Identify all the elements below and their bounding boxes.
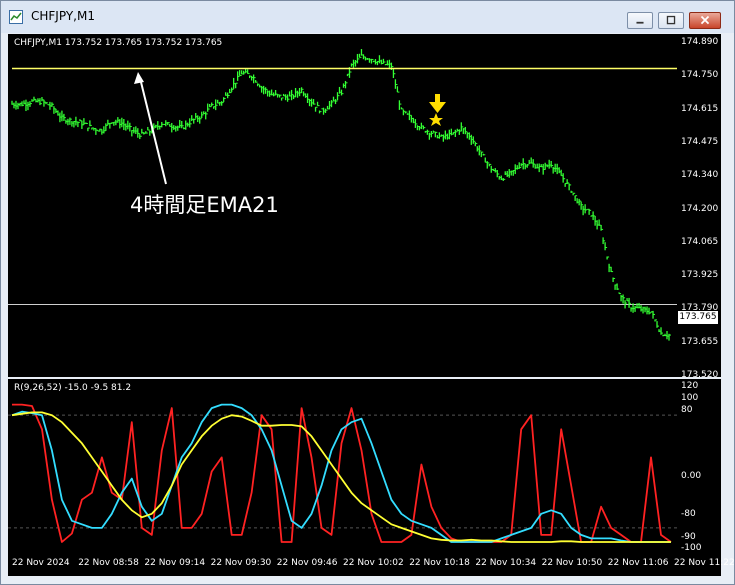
close-button[interactable] (689, 12, 721, 29)
time-axis-label: 22 Nov 09:30 (210, 558, 272, 568)
rci-axis-label: -80 (681, 509, 696, 519)
rci-short-line (12, 403, 672, 543)
signal-star-icon (429, 113, 443, 126)
price-axis[interactable]: 174.890 174.750 174.615 174.475 174.340 174.2… (677, 34, 721, 380)
time-axis-label: 22 Nov 10:50 (541, 558, 603, 568)
chart-window-icon (9, 10, 23, 24)
maximize-icon (666, 15, 676, 25)
time-axis[interactable]: 22 Nov 2024 22 Nov 08:58 22 Nov 09:14 22 No… (8, 554, 735, 576)
minimize-button[interactable] (627, 12, 653, 29)
time-axis-label: 22 Nov 10:02 (343, 558, 404, 568)
maximize-button[interactable] (658, 12, 684, 29)
time-axis-label: 22 Nov 10:34 (475, 558, 537, 568)
annotation-text: 4時間足EMA21 (130, 193, 279, 217)
rci-axis-label: -90 (681, 532, 696, 542)
rci-long-line (11, 411, 671, 543)
chart-header: CHFJPY,M1 173.752 173.765 173.752 173.76… (14, 38, 223, 48)
close-icon (700, 15, 710, 25)
time-axis-label: 22 Nov 09:46 (276, 558, 338, 568)
time-axis-label: 22 Nov 08:58 (78, 558, 139, 568)
rci-header: R(9,26,52) -15.0 -9.5 81.2 (14, 383, 132, 393)
window-title: CHFJPY,M1 (31, 9, 95, 23)
time-axis-label: 22 Nov 2024 (12, 558, 70, 568)
price-axis-label: 173.925 (681, 270, 719, 281)
price-axis-label: 174.615 (681, 103, 719, 114)
price-chart[interactable] (8, 34, 677, 377)
sell-signal-arrow-icon (429, 94, 446, 113)
rci-mid-line (11, 403, 671, 543)
rci-axis[interactable]: 120 100 80 0.00 -80 -90 -100 (677, 379, 721, 554)
annotation-arrowhead (134, 72, 144, 84)
price-axis-label: 174.750 (681, 70, 719, 81)
price-axis-label: 174.340 (681, 170, 719, 181)
price-axis-label: 174.065 (681, 236, 719, 247)
current-price-tag: 173.765 (678, 311, 718, 324)
rci-axis-label: 120 (681, 381, 699, 391)
time-axis-label: 22 Nov 11:22 (674, 558, 735, 568)
price-axis-label: 174.890 (681, 37, 719, 47)
rci-subwindow[interactable] (8, 379, 677, 554)
price-axis-label: 174.200 (681, 203, 719, 214)
rci-axis-label: 80 (681, 405, 693, 415)
rci-axis-label: -100 (681, 543, 702, 553)
price-chart-canvas (8, 49, 677, 341)
time-axis-label: 22 Nov 11:06 (607, 558, 669, 568)
annotation-arrow (139, 77, 167, 185)
rci-axis-label: 0.00 (681, 471, 702, 481)
price-axis-label: 173.655 (681, 336, 719, 347)
title-bar[interactable]: CHFJPY,M1 (1, 1, 734, 33)
price-axis-label: 174.475 (681, 136, 719, 147)
time-axis-label: 22 Nov 09:14 (144, 558, 206, 568)
time-axis-label: 22 Nov 10:18 (409, 558, 470, 568)
rci-axis-label: 100 (681, 393, 699, 403)
rci-canvas (8, 403, 677, 543)
minimize-icon (636, 21, 644, 24)
